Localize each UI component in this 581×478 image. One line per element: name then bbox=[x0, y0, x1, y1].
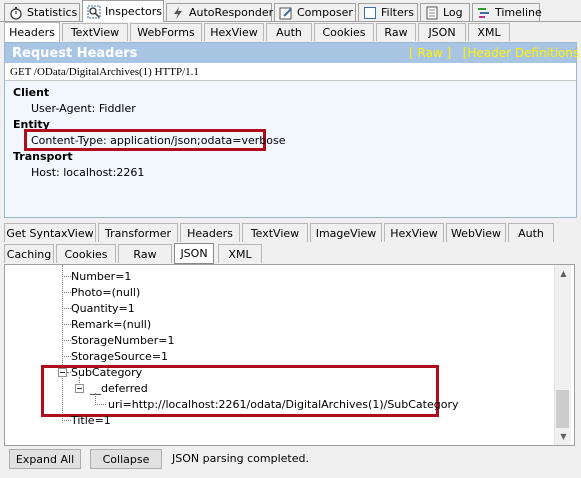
tree-node-uri[interactable]: uri=http://localhost:2261/odata/DigitalA… bbox=[108, 398, 459, 411]
tab-composer[interactable]: Composer bbox=[274, 3, 356, 21]
req-tab-auth[interactable]: Auth bbox=[266, 23, 312, 41]
parse-status-text: JSON parsing completed. bbox=[172, 452, 309, 465]
tree-node[interactable]: Number=1 bbox=[71, 270, 131, 283]
tree-connector bbox=[62, 420, 71, 421]
group-client: Client bbox=[13, 86, 50, 99]
tree-node[interactable]: Quantity=1 bbox=[71, 302, 135, 315]
req-tab-json[interactable]: JSON bbox=[418, 23, 466, 41]
req-tab-raw[interactable]: Raw bbox=[376, 23, 416, 41]
tree-node[interactable]: StorageSource=1 bbox=[71, 350, 168, 363]
header-user-agent[interactable]: User-Agent: Fiddler bbox=[31, 102, 136, 115]
req-tab-webforms[interactable]: WebForms bbox=[130, 23, 202, 41]
log-icon bbox=[425, 6, 439, 20]
lightning-icon bbox=[171, 6, 185, 20]
collapse-icon[interactable] bbox=[58, 368, 67, 377]
inspectors-icon bbox=[87, 5, 101, 19]
tab-label: Composer bbox=[297, 6, 353, 19]
header-content-type[interactable]: Content-Type: application/json;odata=ver… bbox=[31, 134, 286, 147]
timeline-icon bbox=[477, 6, 491, 20]
resp-tab-raw[interactable]: Raw bbox=[118, 244, 172, 263]
raw-link[interactable]: [ Raw ] bbox=[409, 46, 451, 60]
resp-tab-json[interactable]: JSON bbox=[174, 243, 214, 264]
tree-node-deferred[interactable]: __deferred bbox=[90, 382, 148, 395]
resp-tab-get-syntaxview[interactable]: Get SyntaxView bbox=[4, 223, 96, 242]
req-tab-hexview[interactable]: HexView bbox=[204, 23, 264, 41]
group-transport: Transport bbox=[13, 150, 73, 163]
header-definitions-link[interactable]: [Header Definitions] bbox=[463, 46, 581, 60]
response-tab-row-2: Caching Cookies Raw JSON XML bbox=[4, 243, 577, 264]
resp-tab-imageview[interactable]: ImageView bbox=[310, 223, 382, 242]
tree-node[interactable]: StorageNumber=1 bbox=[71, 334, 174, 347]
request-headers-title: Request Headers bbox=[12, 46, 138, 61]
tab-inspectors[interactable]: Inspectors bbox=[82, 0, 164, 22]
scrollbar-thumb[interactable] bbox=[556, 390, 569, 428]
resp-tab-headers[interactable]: Headers bbox=[180, 223, 240, 242]
tab-statistics[interactable]: Statistics bbox=[4, 3, 80, 21]
tree-connector bbox=[62, 340, 71, 341]
collapse-button[interactable]: Collapse bbox=[90, 449, 162, 469]
tab-label: AutoResponder bbox=[189, 6, 274, 19]
header-host[interactable]: Host: localhost:2261 bbox=[31, 166, 144, 179]
resp-tab-caching[interactable]: Caching bbox=[4, 244, 54, 263]
request-line: GET /OData/DigitalArchives(1) HTTP/1.1 bbox=[10, 66, 199, 78]
tab-label: Inspectors bbox=[105, 5, 163, 18]
tab-label: Filters bbox=[381, 6, 414, 19]
req-tab-cookies[interactable]: Cookies bbox=[314, 23, 374, 41]
tree-node[interactable]: Photo=(null) bbox=[71, 286, 140, 299]
request-tab-bar: Headers TextView WebForms HexView Auth C… bbox=[4, 22, 577, 42]
request-header-links: [ Raw ] [Header Definitions] bbox=[409, 46, 581, 60]
tab-label: Timeline bbox=[495, 6, 542, 19]
req-tab-textview[interactable]: TextView bbox=[62, 23, 128, 41]
scroll-down-icon[interactable]: ▼ bbox=[555, 428, 572, 445]
expand-all-button[interactable]: Expand All bbox=[9, 449, 81, 469]
tab-timeline[interactable]: Timeline bbox=[472, 3, 542, 21]
scroll-up-icon[interactable]: ▲ bbox=[555, 265, 572, 282]
resp-tab-textview[interactable]: TextView bbox=[242, 223, 308, 242]
stopwatch-icon bbox=[9, 6, 23, 20]
tree-node[interactable]: Remark=(null) bbox=[71, 318, 151, 331]
response-tab-row-1: Get SyntaxView Transformer Headers TextV… bbox=[4, 222, 577, 243]
tree-connector bbox=[62, 356, 71, 357]
tree-connector bbox=[62, 308, 71, 309]
tab-log[interactable]: Log bbox=[420, 3, 470, 21]
resp-tab-webview[interactable]: WebView bbox=[446, 223, 506, 242]
tab-label: Statistics bbox=[27, 6, 78, 19]
req-tab-xml[interactable]: XML bbox=[468, 23, 510, 41]
tree-node[interactable]: Title=1 bbox=[71, 414, 111, 427]
resp-tab-transformer[interactable]: Transformer bbox=[98, 223, 178, 242]
tab-filters[interactable]: Filters bbox=[358, 3, 418, 21]
tab-autoresponder[interactable]: AutoResponder bbox=[166, 3, 274, 21]
checkbox-icon bbox=[363, 6, 377, 20]
composer-icon bbox=[279, 6, 293, 20]
main-tab-bar: Statistics Inspectors AutoResponder Comp… bbox=[2, 0, 579, 22]
tree-connector bbox=[62, 276, 71, 277]
tree-connector bbox=[95, 404, 106, 405]
tree-connector bbox=[62, 324, 71, 325]
req-tab-headers[interactable]: Headers bbox=[4, 22, 60, 42]
json-tree-view[interactable]: Number=1 Photo=(null) Quantity=1 Remark=… bbox=[4, 264, 575, 446]
resp-tab-hexview[interactable]: HexView bbox=[384, 223, 444, 242]
collapse-icon[interactable] bbox=[75, 384, 84, 393]
tab-label: Log bbox=[443, 6, 463, 19]
resp-tab-auth[interactable]: Auth bbox=[508, 223, 554, 242]
resp-tab-xml[interactable]: XML bbox=[218, 244, 262, 263]
resp-tab-cookies[interactable]: Cookies bbox=[56, 244, 116, 263]
tree-connector bbox=[62, 292, 71, 293]
tree-node-subcategory[interactable]: SubCategory bbox=[71, 366, 142, 379]
